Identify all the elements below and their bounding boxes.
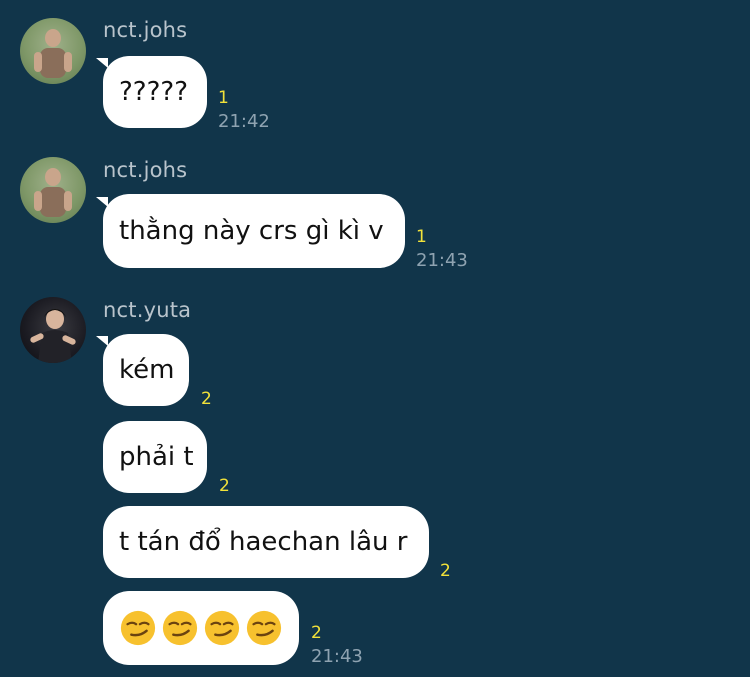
- message-text: phải t: [119, 442, 194, 472]
- message-text: thằng này crs gì kì v: [119, 216, 384, 246]
- unread-count: 2: [219, 476, 230, 496]
- avatar-nct-johs[interactable]: [20, 18, 86, 84]
- message-text: kém: [119, 355, 175, 385]
- unread-count: 2: [440, 561, 451, 581]
- person-photo-icon: [34, 168, 72, 217]
- person-photo-icon: [30, 309, 76, 363]
- smirking-face-icon: [204, 610, 240, 646]
- unread-count: 1: [218, 88, 229, 108]
- smirking-face-icon: [120, 610, 156, 646]
- unread-count: 2: [311, 623, 322, 643]
- message-bubble[interactable]: ?????: [103, 56, 207, 128]
- username[interactable]: nct.johs: [103, 18, 187, 42]
- message-text: t tán đổ haechan lâu r: [119, 527, 408, 557]
- message-bubble[interactable]: phải t: [103, 421, 207, 493]
- smirking-face-icon: [246, 610, 282, 646]
- username[interactable]: nct.yuta: [103, 298, 191, 322]
- message-text: ?????: [119, 77, 188, 107]
- unread-count: 1: [416, 227, 427, 247]
- smirking-face-icon: [162, 610, 198, 646]
- avatar-nct-yuta[interactable]: [20, 297, 86, 363]
- bubble-tail: [96, 336, 108, 346]
- emoji-row: [119, 609, 283, 647]
- message-bubble[interactable]: 😏😏😏😏: [103, 591, 299, 665]
- message-time: 21:42: [218, 111, 270, 132]
- username[interactable]: nct.johs: [103, 158, 187, 182]
- message-time: 21:43: [311, 646, 363, 667]
- message-bubble[interactable]: t tán đổ haechan lâu r: [103, 506, 429, 578]
- bubble-tail: [96, 58, 108, 68]
- message-bubble[interactable]: kém: [103, 334, 189, 406]
- avatar-nct-johs[interactable]: [20, 157, 86, 223]
- unread-count: 2: [201, 389, 212, 409]
- message-bubble[interactable]: thằng này crs gì kì v: [103, 194, 405, 268]
- message-time: 21:43: [416, 250, 468, 271]
- person-photo-icon: [34, 29, 72, 78]
